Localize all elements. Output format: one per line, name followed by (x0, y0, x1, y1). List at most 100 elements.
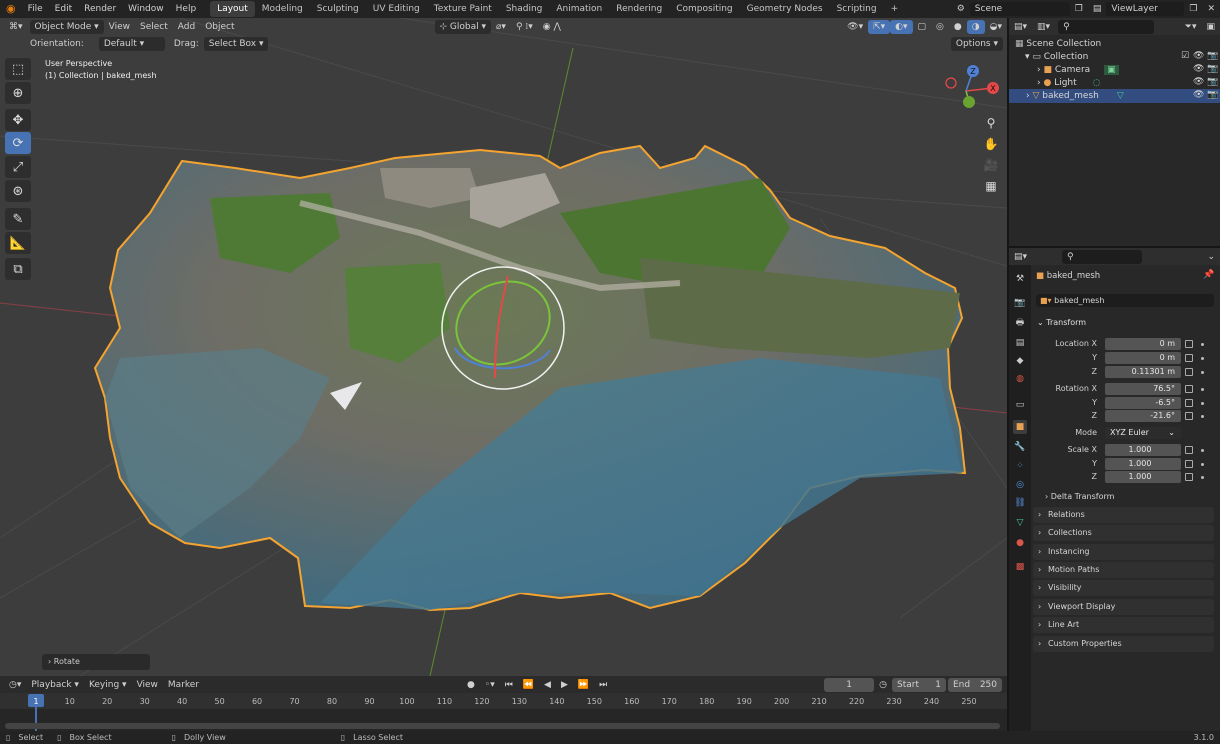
view-layer-tab-icon[interactable]: ▤ (1013, 336, 1027, 350)
delta-transform-subpanel[interactable]: › Delta Transform (1045, 490, 1114, 504)
pin-icon[interactable]: 📌 (1203, 270, 1214, 280)
camera-visibility-icon[interactable]: 👁 (1193, 64, 1204, 74)
menu-file[interactable]: File (22, 0, 49, 18)
annotate-tool[interactable]: ✎ (5, 208, 31, 230)
keyframe-dot-icon[interactable] (1201, 449, 1204, 452)
panel-visibility[interactable]: › Visibility (1033, 580, 1214, 596)
pivot-icon[interactable]: ⌀▾ (491, 20, 511, 34)
filter-icon[interactable]: ⏷▾ (1180, 20, 1202, 34)
scale-tool[interactable]: ⤢ (5, 156, 31, 178)
editor-type-icon[interactable]: ⌘▾ (4, 20, 28, 34)
properties-editor-icon[interactable]: ▤▾ (1009, 250, 1032, 264)
zoom-view-icon[interactable]: ⚲ (981, 113, 1001, 133)
light-render-icon[interactable]: 📷 (1207, 77, 1218, 87)
xray-icon[interactable]: ▢ (913, 20, 932, 34)
texture-tab-icon[interactable]: ▩ (1013, 560, 1027, 574)
menu-render[interactable]: Render (78, 0, 122, 18)
menu-view[interactable]: View (104, 20, 135, 34)
measure-tool[interactable]: 📐 (5, 232, 31, 254)
tab-shading[interactable]: Shading (499, 1, 550, 17)
menu-add[interactable]: Add (173, 20, 200, 34)
physics-tab-icon[interactable]: ◎ (1013, 478, 1027, 492)
view-layer-icon[interactable]: ▤ (1088, 2, 1107, 16)
ortho-toggle-icon[interactable]: ▦ (981, 176, 1001, 196)
particles-tab-icon[interactable]: ⁘ (1013, 459, 1027, 473)
camera-view-icon[interactable]: 🎥 (981, 155, 1001, 175)
timeline-scrollbar[interactable] (5, 723, 1000, 729)
transform-tool[interactable]: ⊛ (5, 180, 31, 202)
object-tab-icon[interactable]: ■ (1013, 420, 1027, 434)
location-z-field[interactable]: 0.11301 m (1105, 366, 1181, 378)
new-collection-icon[interactable]: ▣ (1201, 20, 1220, 34)
menu-help[interactable]: Help (170, 0, 203, 18)
scale-z-field[interactable]: 1.000 (1105, 471, 1181, 483)
tab-animation[interactable]: Animation (549, 1, 609, 17)
tab-modeling[interactable]: Modeling (255, 1, 310, 17)
object-datablock-field[interactable]: ■▾ baked_mesh (1036, 294, 1214, 307)
outliner-scene-collection[interactable]: ▦ Scene Collection (1015, 38, 1101, 51)
panel-viewport-display[interactable]: › Viewport Display (1033, 599, 1214, 615)
orientation-default-selector[interactable]: Default ▾ (98, 37, 165, 51)
constraints-tab-icon[interactable]: ⛓ (1013, 496, 1027, 510)
output-tab-icon[interactable]: 🖶 (1013, 316, 1027, 330)
camera-render-icon[interactable]: 📷 (1207, 64, 1218, 74)
drag-selector[interactable]: Select Box ▾ (203, 37, 269, 51)
outliner-search-field[interactable]: ⚲ (1058, 19, 1155, 34)
rotation-z-field[interactable]: -21.6° (1105, 410, 1181, 422)
keyframe-dot-icon[interactable] (1201, 402, 1204, 405)
keyframe-dot-icon[interactable] (1201, 371, 1204, 374)
lock-icon[interactable] (1185, 399, 1193, 407)
tab-geometry-nodes[interactable]: Geometry Nodes (740, 1, 830, 17)
copy-scene-icon[interactable]: ❐ (1070, 2, 1088, 16)
add-workspace-button[interactable]: + (884, 1, 906, 17)
tab-compositing[interactable]: Compositing (669, 1, 739, 17)
menu-select[interactable]: Select (135, 20, 173, 34)
properties-options-icon[interactable]: ⌄ (1202, 250, 1220, 264)
outliner-item-camera[interactable]: › ■ Camera ▣ (1037, 64, 1119, 77)
lock-icon[interactable] (1185, 460, 1193, 468)
rotate-tool[interactable]: ⟳ (5, 132, 31, 154)
snap-icon[interactable]: ⚲ ⁞▾ (511, 20, 538, 34)
mesh-render-icon[interactable]: 📷 (1207, 90, 1218, 100)
collection-checkbox-icon[interactable]: ☑ (1181, 51, 1189, 61)
panel-custom-properties[interactable]: › Custom Properties (1033, 636, 1214, 652)
lock-icon[interactable] (1185, 446, 1193, 454)
light-visibility-icon[interactable]: 👁 (1193, 77, 1204, 87)
modifier-tab-icon[interactable]: 🔧 (1013, 440, 1027, 454)
collection-tab-icon[interactable]: ▭ (1013, 398, 1027, 412)
rotation-x-field[interactable]: 76.5° (1105, 383, 1181, 395)
tab-scripting[interactable]: Scripting (830, 1, 884, 17)
options-dropdown[interactable]: Options ▾ (950, 37, 1003, 51)
panel-instancing[interactable]: › Instancing (1033, 544, 1214, 560)
3d-viewport[interactable]: ⌘▾ Object Mode ▾ View Select Add Object … (0, 18, 1007, 676)
outliner-item-baked-mesh[interactable]: › ▽ baked_mesh ▽ (1026, 90, 1124, 103)
panel-motion-paths[interactable]: › Motion Paths (1033, 562, 1214, 578)
scale-x-field[interactable]: 1.000 (1105, 444, 1181, 456)
properties-search-field[interactable]: ⚲ (1062, 249, 1143, 264)
transform-panel-header[interactable]: ⌄ Transform (1033, 315, 1214, 331)
scene-icon[interactable]: ⚙ (952, 2, 970, 16)
move-tool[interactable]: ✥ (5, 109, 31, 131)
tab-texture-paint[interactable]: Texture Paint (427, 1, 499, 17)
render-tab-icon[interactable]: 📷 (1013, 296, 1027, 310)
lock-icon[interactable] (1185, 385, 1193, 393)
location-y-field[interactable]: 0 m (1105, 352, 1181, 364)
lock-icon[interactable] (1185, 412, 1193, 420)
lock-icon[interactable] (1185, 368, 1193, 376)
mesh-visibility-icon[interactable]: 👁 (1193, 90, 1204, 100)
location-x-field[interactable]: 0 m (1105, 338, 1181, 350)
panel-relations[interactable]: › Relations (1033, 507, 1214, 523)
tab-uv-editing[interactable]: UV Editing (366, 1, 427, 17)
shading-solid-icon[interactable]: ● (949, 20, 967, 34)
keyframe-dot-icon[interactable] (1201, 357, 1204, 360)
keyframe-dot-icon[interactable] (1201, 415, 1204, 418)
panel-line-art[interactable]: › Line Art (1033, 617, 1214, 633)
visibility-icon[interactable]: 👁▾ (842, 20, 868, 34)
add-cube-tool[interactable]: ⧉ (5, 258, 31, 280)
panel-collections[interactable]: › Collections (1033, 525, 1214, 541)
scene-tab-icon[interactable]: ◆ (1013, 354, 1027, 368)
proportional-edit-icon[interactable]: ◉ ⋀ (538, 20, 566, 34)
mode-selector[interactable]: Object Mode ▾ (29, 19, 104, 34)
overlay-toggle-icon[interactable]: ◐▾ (890, 19, 913, 34)
view-layer-selector[interactable]: ViewLayer (1106, 2, 1185, 16)
